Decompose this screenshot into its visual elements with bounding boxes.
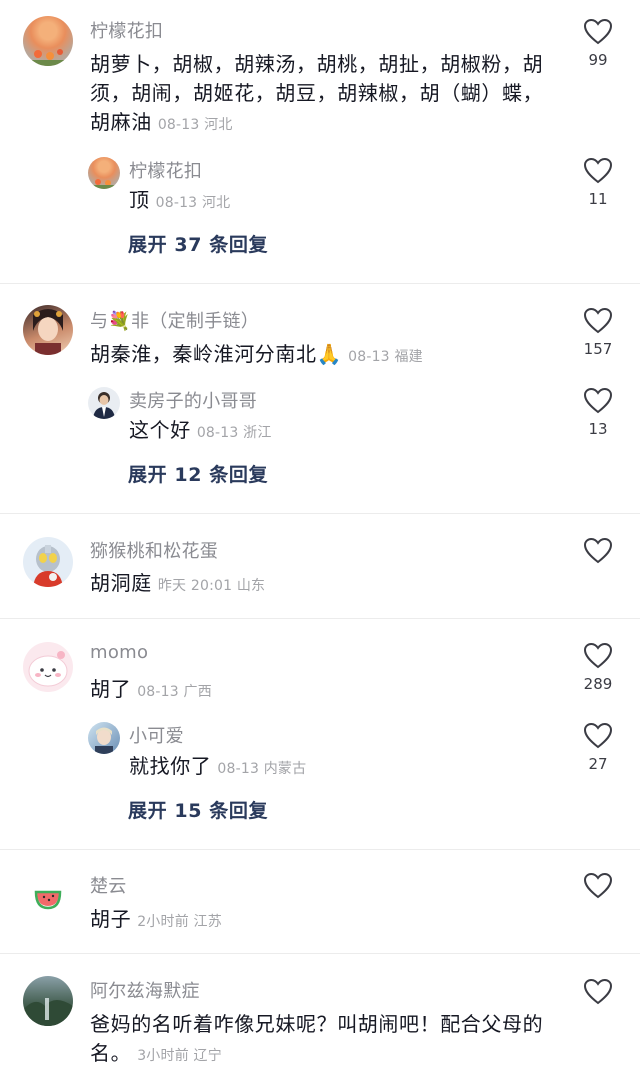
like-button[interactable] <box>578 537 618 564</box>
heart-outline-icon <box>583 387 613 414</box>
divider <box>0 513 640 514</box>
comment-body: 这个好 <box>129 418 191 442</box>
like-count: 289 <box>583 675 613 693</box>
username[interactable]: 柠檬花扣 <box>90 17 163 43</box>
comment-text[interactable]: 胡了 08-13 广西 <box>90 675 550 707</box>
comment-text[interactable]: 爸妈的名听着咋像兄妹呢？叫胡闹吧！配合父母的名。 3小时前 辽宁 <box>90 1010 560 1071</box>
heart-outline-icon <box>583 537 613 564</box>
avatar[interactable] <box>88 157 120 189</box>
avatar[interactable] <box>23 642 73 692</box>
divider <box>0 953 640 954</box>
expand-replies-button[interactable]: 展开 15 条回复 <box>128 796 268 823</box>
heart-outline-icon <box>583 18 613 45</box>
comment-meta: 3小时前 辽宁 <box>137 1048 222 1064</box>
like-count: 27 <box>588 755 608 773</box>
heart-outline-icon <box>583 978 613 1005</box>
comment-body: 胡子 <box>90 907 132 931</box>
comment-body: 胡洞庭 <box>90 571 152 595</box>
like-button[interactable] <box>578 872 618 899</box>
heart-outline-icon <box>583 872 613 899</box>
comment-meta: 08-13 福建 <box>348 349 423 365</box>
divider <box>0 618 640 619</box>
like-button[interactable]: 157 <box>578 307 618 358</box>
avatar[interactable] <box>23 305 73 355</box>
like-count: 11 <box>588 190 608 208</box>
username[interactable]: 柠檬花扣 <box>129 157 202 183</box>
comment-meta: 08-13 浙江 <box>196 425 272 441</box>
comment-text[interactable]: 这个好 08-13 浙江 <box>129 416 549 448</box>
like-count: 13 <box>588 420 608 438</box>
like-button[interactable]: 27 <box>578 722 618 773</box>
comment-body: 胡秦淮，秦岭淮河分南北🙏 <box>90 342 343 366</box>
username[interactable]: 小可爱 <box>129 722 184 748</box>
avatar[interactable] <box>23 537 73 587</box>
comment-text[interactable]: 胡子 2小时前 江苏 <box>90 905 550 937</box>
comment-meta: 08-13 河北 <box>155 195 231 211</box>
divider <box>0 849 640 850</box>
username[interactable]: momo <box>90 642 148 663</box>
comment-text[interactable]: 就找你了 08-13 内蒙古 <box>129 752 549 784</box>
heart-outline-icon <box>583 157 613 184</box>
avatar[interactable] <box>23 976 73 1026</box>
username[interactable]: 猕猴桃和松花蛋 <box>90 537 218 563</box>
avatar[interactable] <box>23 872 73 922</box>
expand-replies-button[interactable]: 展开 37 条回复 <box>128 230 268 257</box>
like-button[interactable] <box>578 978 618 1005</box>
avatar[interactable] <box>23 16 73 66</box>
avatar[interactable] <box>88 722 120 754</box>
expand-replies-button[interactable]: 展开 12 条回复 <box>128 460 268 487</box>
like-button[interactable]: 13 <box>578 387 618 438</box>
heart-outline-icon <box>583 307 613 334</box>
comment-body: 就找你了 <box>129 754 212 778</box>
heart-outline-icon <box>583 722 613 749</box>
comment-body: 胡了 <box>90 677 132 701</box>
comment-meta: 08-13 河北 <box>157 117 233 133</box>
comment-meta: 08-13 内蒙古 <box>217 761 307 777</box>
username[interactable]: 楚云 <box>90 872 127 898</box>
username[interactable]: 与💐非（定制手链） <box>90 307 259 333</box>
comment-text[interactable]: 胡秦淮，秦岭淮河分南北🙏 08-13 福建 <box>90 340 550 372</box>
avatar[interactable] <box>88 387 120 419</box>
like-count: 157 <box>583 340 613 358</box>
comment-body: 顶 <box>129 188 150 212</box>
like-button[interactable]: 289 <box>578 642 618 693</box>
username[interactable]: 卖房子的小哥哥 <box>129 387 257 413</box>
comment-text[interactable]: 顶 08-13 河北 <box>129 186 549 218</box>
like-button[interactable]: 99 <box>578 18 618 69</box>
divider <box>0 283 640 284</box>
like-button[interactable]: 11 <box>578 157 618 208</box>
heart-outline-icon <box>583 642 613 669</box>
comment-meta: 昨天 20:01 山东 <box>157 578 266 594</box>
username[interactable]: 阿尔兹海默症 <box>90 977 200 1003</box>
like-count: 99 <box>588 51 608 69</box>
comment-meta: 08-13 广西 <box>137 684 212 700</box>
comment-text[interactable]: 胡萝卜，胡椒，胡辣汤，胡桃，胡扯，胡椒粉，胡须，胡闹，胡姬花，胡豆，胡辣椒，胡（… <box>90 50 550 140</box>
comment-meta: 2小时前 江苏 <box>137 914 222 930</box>
comment-text[interactable]: 胡洞庭 昨天 20:01 山东 <box>90 569 550 601</box>
